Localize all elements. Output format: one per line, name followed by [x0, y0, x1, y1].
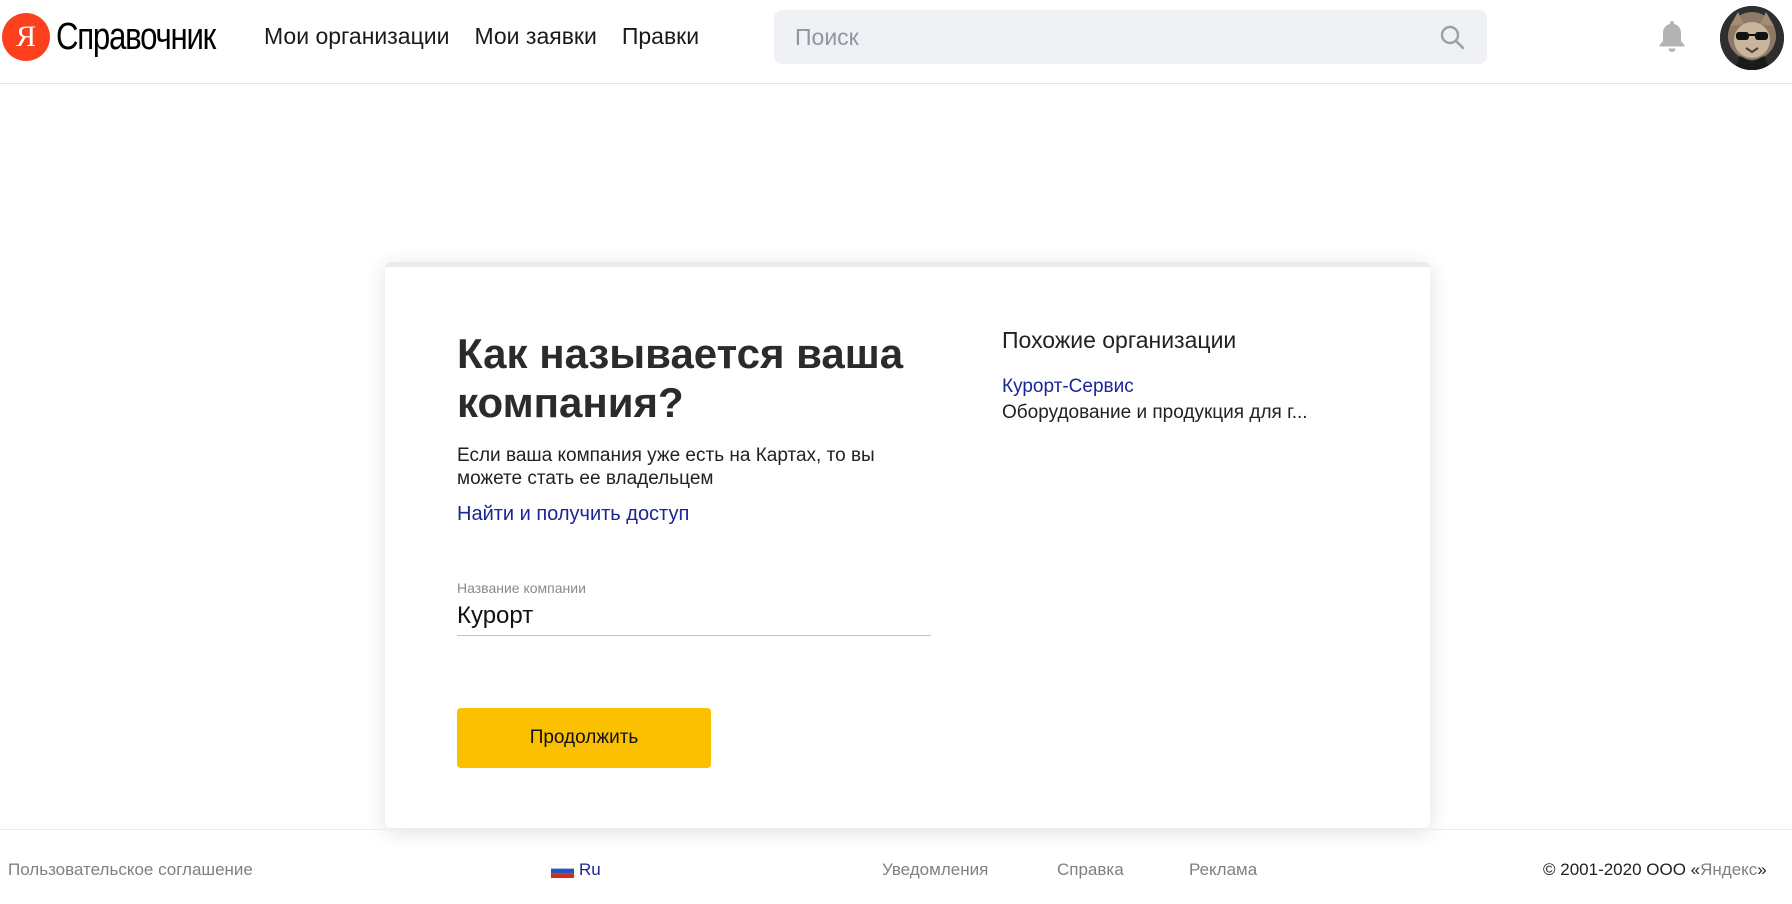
bell-icon[interactable] — [1656, 18, 1688, 54]
footer-notifications[interactable]: Уведомления — [882, 860, 988, 880]
lead-text: Если ваша компания уже есть на Картах, т… — [457, 445, 875, 489]
footer-help[interactable]: Справка — [1057, 860, 1124, 880]
search-box — [774, 10, 1487, 64]
continue-button[interactable]: Продолжить — [457, 708, 711, 768]
search-input[interactable] — [774, 10, 1437, 64]
yandex-link[interactable]: Яндекс — [1700, 860, 1757, 879]
copyright-suffix: » — [1757, 860, 1767, 879]
similar-org-description: Оборудование и продукция для г... — [1002, 402, 1308, 423]
page-title: Как называется ваша компания? — [457, 330, 904, 426]
copyright: © 2001-2020 ООО «Яндекс» — [1543, 860, 1767, 880]
language-label: Ru — [579, 860, 601, 879]
similar-organizations: Похожие организации Курорт-Сервис Оборуд… — [1002, 327, 1362, 424]
yandex-logo-icon: Я — [2, 13, 50, 61]
russia-flag-icon — [550, 863, 575, 878]
similar-title: Похожие организации — [1002, 327, 1237, 353]
copyright-prefix: © 2001-2020 ООО « — [1543, 860, 1701, 879]
footer: Пользовательское соглашение Ru Уведомлен… — [0, 829, 1792, 904]
footer-user-agreement[interactable]: Пользовательское соглашение — [8, 860, 253, 880]
nav-my-requests[interactable]: Мои заявки — [474, 23, 596, 50]
company-name-input[interactable] — [457, 600, 931, 632]
top-header: Я Справочник Мои организации Мои заявки … — [0, 0, 1792, 84]
main-nav: Мои организации Мои заявки Правки — [264, 0, 724, 72]
search-icon[interactable] — [1437, 22, 1467, 52]
company-name-card: Как называется ваша компания? Если ваша … — [385, 262, 1430, 828]
find-and-get-access-link[interactable]: Найти и получить доступ — [457, 503, 689, 526]
service-name: Справочник — [56, 15, 216, 58]
similar-org-link[interactable]: Курорт-Сервис — [1002, 376, 1362, 398]
nav-edits[interactable]: Правки — [622, 23, 699, 50]
company-name-label: Название компании — [457, 580, 586, 596]
footer-ads[interactable]: Реклама — [1189, 860, 1257, 880]
company-name-field: Название компании — [457, 580, 931, 636]
nav-my-organizations[interactable]: Мои организации — [264, 23, 449, 50]
user-avatar[interactable] — [1720, 6, 1784, 70]
logo-link[interactable]: Я Справочник — [2, 12, 250, 62]
list-item: Курорт-Сервис Оборудование и продукция д… — [1002, 376, 1362, 424]
language-switcher[interactable]: Ru — [550, 860, 601, 880]
